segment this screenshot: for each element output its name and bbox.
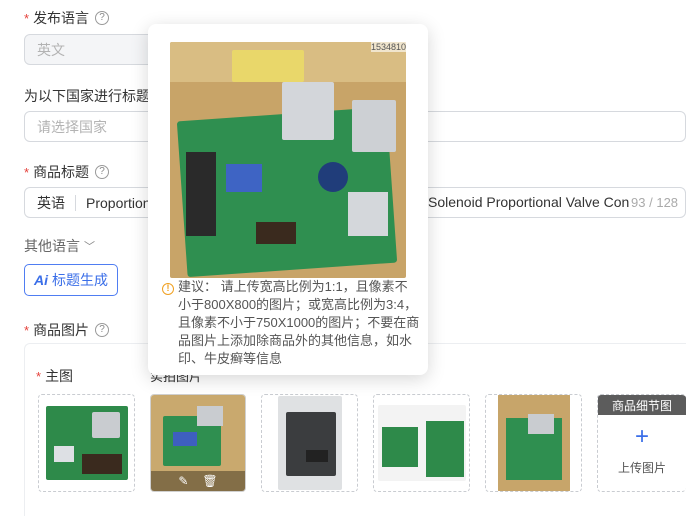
country-placeholder: 请选择国家	[37, 118, 107, 135]
pcb-boxes-image	[497, 395, 570, 491]
pcb-image	[45, 406, 128, 480]
preview-image: 1534810	[170, 42, 406, 278]
ai-button-label: 标题生成	[52, 272, 108, 288]
title-char-count: 93 / 128	[631, 195, 678, 210]
required-mark: *	[24, 322, 30, 338]
product-image-thumb[interactable]	[485, 394, 582, 492]
help-icon[interactable]: ?	[95, 11, 110, 25]
pcb-image	[377, 405, 466, 481]
chevron-down-icon: ﹀	[84, 241, 95, 253]
title-language-tag: 英语	[25, 194, 76, 211]
image-tip-text: 建议： 请上传宽高比例为1:1，且像素不小于800X800的图片；或宽高比例为3…	[178, 279, 420, 366]
upload-card-header: 商品细节图	[598, 395, 686, 415]
other-language-text: 其他语言	[24, 238, 80, 254]
product-image-thumb[interactable]	[38, 394, 135, 492]
product-image-thumb[interactable]	[261, 394, 358, 492]
product-images-text: 商品图片	[33, 322, 90, 338]
title-country-text: 为以下国家进行标题	[24, 88, 150, 104]
help-icon[interactable]: ?	[95, 165, 110, 179]
ai-title-generate-button[interactable]: Ai 标题生成	[24, 264, 118, 296]
required-mark: *	[24, 164, 30, 180]
publish-language-label: * 发布语言 ?	[24, 8, 110, 28]
title-country-label: 为以下国家进行标题	[24, 86, 150, 106]
product-title-text: 商品标题	[33, 164, 90, 180]
help-icon[interactable]: ?	[95, 323, 110, 337]
warning-icon: !	[162, 282, 174, 295]
other-language-toggle[interactable]: 其他语言 ﹀	[24, 236, 95, 256]
product-image-thumb-selected[interactable]: ✎ 🗑	[150, 394, 246, 492]
upload-detail-image-card[interactable]: 商品细节图 + 上传图片	[597, 394, 686, 492]
title-text-right: Solenoid Proportional Valve Con	[428, 194, 630, 210]
product-title-label: * 商品标题 ?	[24, 162, 110, 182]
required-mark: *	[36, 368, 42, 384]
publish-language-text: 发布语言	[33, 10, 90, 26]
preview-watermark: 1534810	[370, 42, 406, 52]
pcb-image	[277, 396, 342, 490]
main-image-label: * 主图	[36, 366, 73, 386]
publish-language-select[interactable]: 英文	[24, 34, 154, 65]
char-count-sep: /	[649, 195, 653, 210]
product-images-label: * 商品图片 ?	[24, 320, 110, 340]
trash-icon[interactable]: 🗑	[202, 474, 217, 488]
upload-label: 上传图片	[617, 461, 666, 475]
thumb-action-bar: ✎ 🗑	[151, 471, 245, 491]
required-mark: *	[24, 10, 30, 26]
title-text-left: Proportion	[86, 194, 151, 211]
char-count-max: 128	[656, 195, 679, 210]
plus-icon: +	[634, 423, 649, 450]
char-count-value: 93	[631, 195, 646, 210]
ai-icon: Ai	[34, 272, 48, 288]
publish-language-value: 英文	[37, 41, 65, 58]
main-image-text: 主图	[45, 368, 74, 384]
image-preview-popover: 1534810 ! 建议： 请上传宽高比例为1:1，且像素不小于800X800的…	[148, 24, 428, 375]
edit-icon[interactable]: ✎	[178, 474, 188, 488]
product-image-thumb[interactable]	[373, 394, 470, 492]
